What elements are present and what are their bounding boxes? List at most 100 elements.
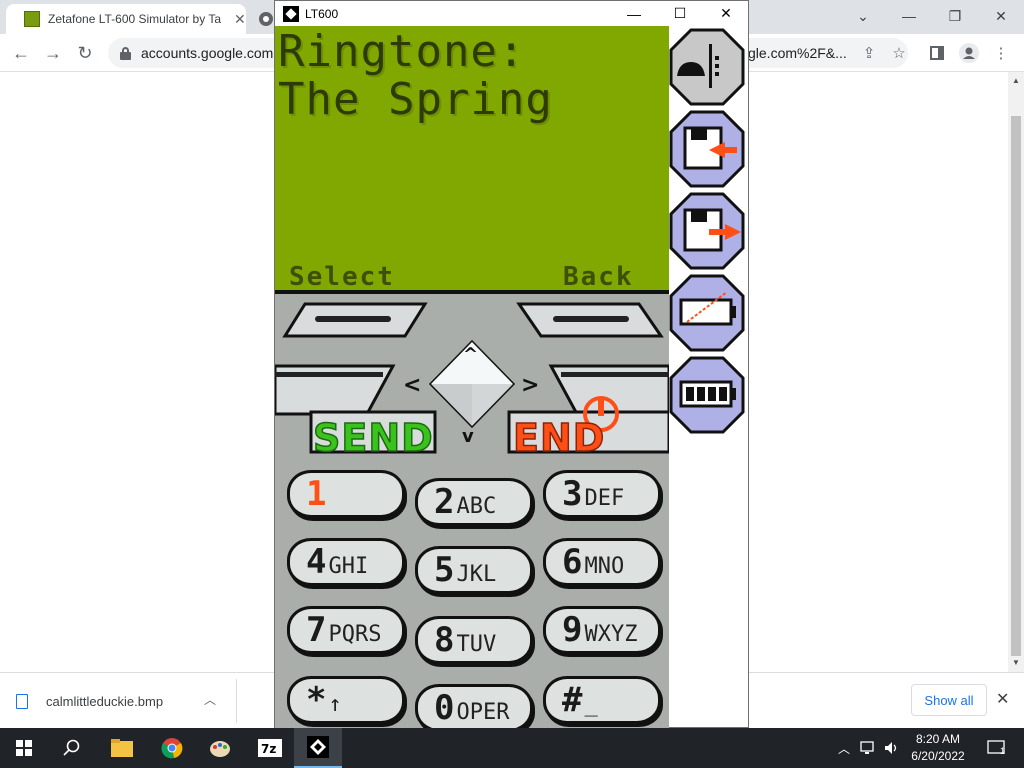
key-digit: 7 (306, 610, 327, 650)
browser-restore-button[interactable]: ❐ (932, 2, 978, 30)
lt600-maximize-button[interactable]: ☐ (657, 1, 703, 26)
key-hash[interactable]: # _ (543, 676, 661, 724)
key-digit: 0 (434, 688, 455, 728)
profile-avatar-icon[interactable] (956, 40, 982, 66)
tab-search-chevron-icon[interactable]: ⌄ (840, 2, 886, 30)
scroll-down-icon[interactable]: ▼ (1012, 658, 1020, 667)
key-digit: 8 (434, 620, 455, 660)
7zip-taskbar-button[interactable]: 7z (246, 728, 294, 768)
reload-icon[interactable]: ↻ (72, 40, 98, 66)
key-4[interactable]: 4 GHI (287, 538, 405, 586)
share-icon[interactable]: ⇪ (856, 40, 882, 66)
key-letters: MNO (584, 553, 625, 579)
lt600-close-button[interactable]: ✕ (703, 1, 749, 26)
key-letters: ↑ (328, 691, 342, 717)
side-buttons (669, 28, 745, 434)
clock-time: 8:20 AM (915, 732, 961, 746)
paint-taskbar-button[interactable] (196, 728, 244, 768)
key-2[interactable]: 2 ABC (415, 478, 533, 526)
taskbar-clock[interactable]: 8:20 AM 6/20/2022 (900, 731, 976, 765)
browser-close-button[interactable]: ✕ (978, 2, 1024, 30)
key-digit: 9 (562, 610, 583, 650)
bookmark-star-icon[interactable]: ☆ (886, 40, 912, 66)
dpad-up-icon[interactable]: ^ (463, 344, 478, 365)
key-0[interactable]: 0 OPER (415, 684, 533, 728)
key-star[interactable]: * ↑ (287, 676, 405, 724)
dpad-right-icon[interactable]: > (521, 373, 539, 398)
key-letters: _ (584, 691, 598, 717)
tab-close-icon[interactable]: ✕ (234, 11, 246, 28)
key-digit: * (306, 680, 327, 720)
tab-title: Zetafone LT-600 Simulator by Ta (48, 12, 221, 26)
url-tail-text: gle.com%2F&... (748, 45, 847, 61)
download-options-chevron-icon[interactable]: ︿ (204, 691, 216, 708)
key-8[interactable]: 8 TUV (415, 616, 533, 664)
notification-count: 1 (1000, 746, 1006, 756)
dpad-left-icon[interactable]: < (403, 373, 421, 398)
start-button[interactable] (0, 728, 48, 768)
lcd-screen: Ringtone: The Spring Select Back (275, 26, 669, 292)
back-arrow-icon[interactable]: ← (8, 40, 34, 66)
key-letters: GHI (328, 553, 369, 579)
lt600-minimize-button[interactable]: — (611, 1, 657, 26)
lt600-app-icon (283, 5, 299, 22)
key-letters: ABC (456, 493, 497, 519)
scrollbar-thumb[interactable] (1011, 116, 1021, 656)
lt600-title-bar: LT600 — ☐ ✕ (275, 1, 748, 26)
end-label: END (512, 415, 606, 461)
battery-empty-icon[interactable] (669, 274, 745, 352)
url-text: accounts.google.com (141, 45, 274, 61)
file-explorer-button[interactable] (98, 728, 146, 768)
file-icon (16, 693, 28, 709)
windows-logo-icon (16, 740, 32, 756)
key-digit: # (562, 680, 583, 720)
key-1[interactable]: 1 (287, 470, 405, 518)
zetafone-favicon-icon (24, 11, 40, 27)
key-letters: DEF (584, 485, 625, 511)
floppy-save-icon[interactable] (669, 192, 745, 270)
search-button[interactable] (48, 728, 96, 768)
key-7[interactable]: 7 PQRS (287, 606, 405, 654)
key-6[interactable]: 6 MNO (543, 538, 661, 586)
side-panel-icon[interactable] (924, 40, 950, 66)
page-scrollbar[interactable]: ▲ ▼ (1008, 72, 1024, 672)
key-letters: OPER (456, 699, 510, 725)
key-5[interactable]: 5 JKL (415, 546, 533, 594)
key-digit: 6 (562, 542, 583, 582)
tray-chevron-icon[interactable]: ︿ (838, 740, 850, 757)
chrome-taskbar-button[interactable] (148, 728, 196, 768)
key-letters: WXYZ (584, 621, 638, 647)
windows-taskbar: 7z ︿ 8:20 AM 6/20/2022 1 (0, 728, 1024, 768)
phone-off-hook-icon[interactable] (669, 28, 745, 106)
browser-minimize-button[interactable]: — (886, 2, 932, 30)
right-softkey-button[interactable] (516, 302, 664, 338)
browser-tab-google[interactable] (250, 4, 274, 34)
7zip-icon: 7z (258, 739, 282, 757)
key-letters: PQRS (328, 621, 382, 647)
chrome-icon (161, 738, 183, 759)
lt600-window: LT600 — ☐ ✕ Ringtone: The Spring Select … (274, 0, 749, 728)
show-all-button[interactable]: Show all (911, 684, 987, 716)
clock-date: 6/20/2022 (911, 749, 965, 763)
softkey-right-label: Back (563, 262, 634, 292)
floppy-load-icon[interactable] (669, 110, 745, 188)
lt600-taskbar-button[interactable] (294, 728, 342, 768)
dpad-down-icon[interactable]: v (462, 426, 474, 447)
left-softkey-button[interactable] (282, 302, 428, 338)
forward-arrow-icon[interactable]: → (40, 40, 66, 66)
battery-full-icon[interactable] (669, 356, 745, 434)
key-digit: 2 (434, 482, 455, 522)
browser-tab-zetafone[interactable]: Zetafone LT-600 Simulator by Ta ✕ (6, 4, 246, 34)
volume-icon[interactable] (884, 741, 900, 755)
download-item[interactable]: calmlittleduckie.bmp (16, 685, 163, 717)
key-letters: TUV (456, 631, 497, 657)
scroll-up-icon[interactable]: ▲ (1012, 76, 1020, 85)
browser-menu-icon[interactable]: ⋮ (988, 40, 1014, 66)
paint-palette-icon (210, 741, 230, 757)
key-3[interactable]: 3 DEF (543, 470, 661, 518)
chrome-favicon-icon (259, 12, 273, 26)
key-9[interactable]: 9 WXYZ (543, 606, 661, 654)
network-icon[interactable] (860, 741, 876, 755)
close-downloads-icon[interactable]: ✕ (996, 689, 1009, 709)
lock-icon (120, 46, 131, 60)
